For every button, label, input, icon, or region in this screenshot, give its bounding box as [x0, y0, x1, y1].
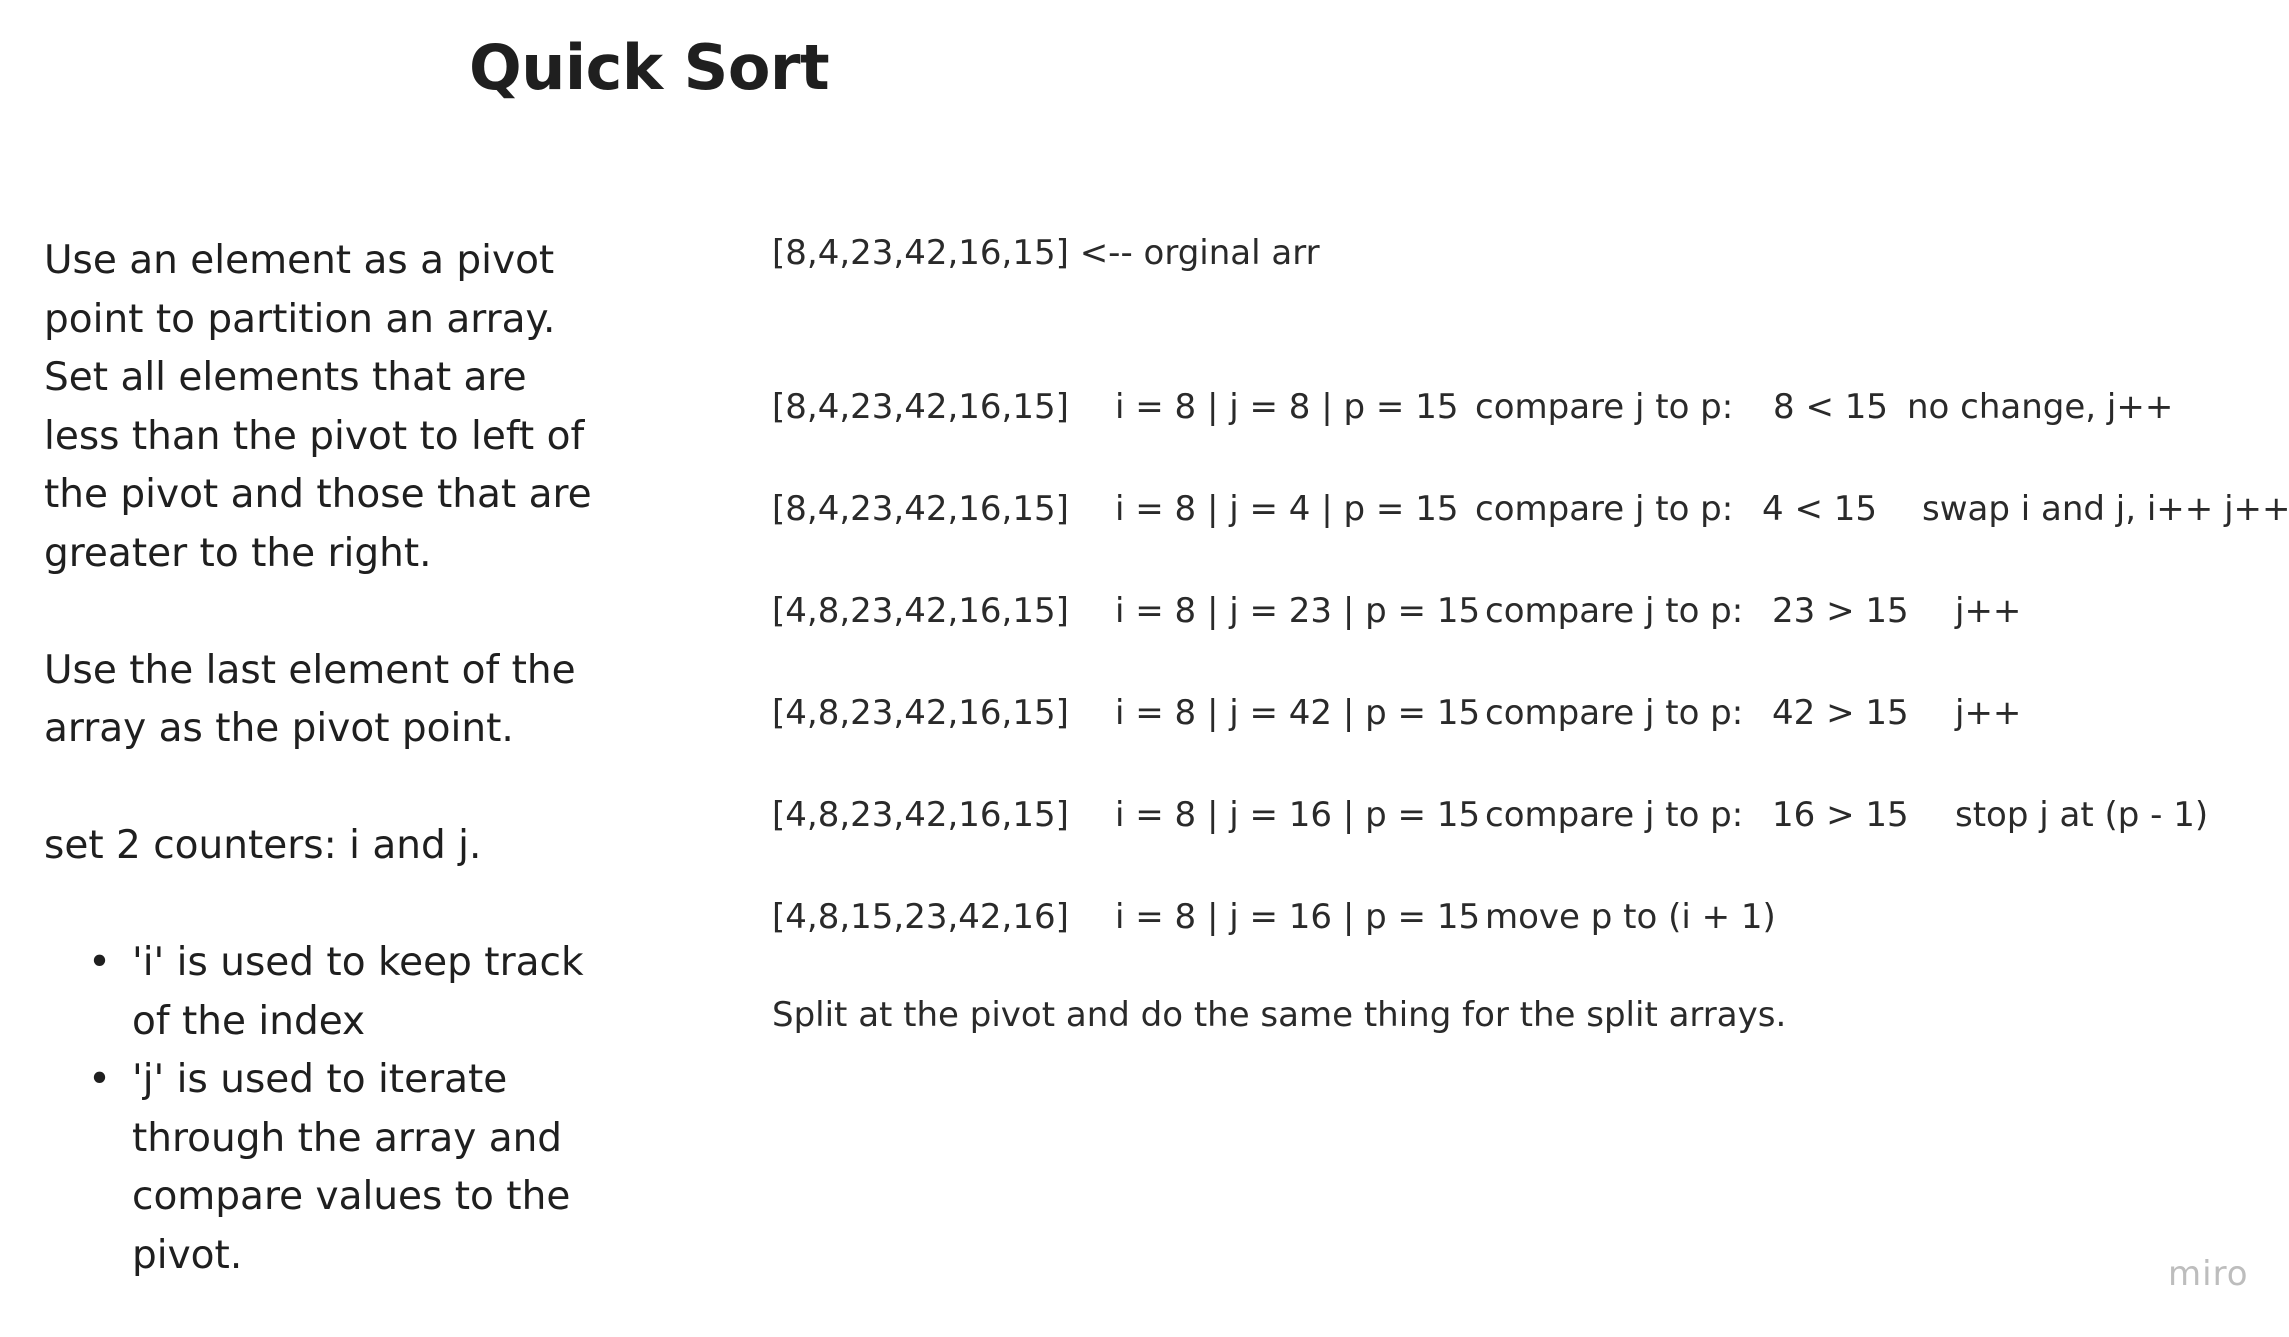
step-vars: i = 8 | j = 42 | p = 15	[1115, 693, 1481, 733]
step-result: 42 > 15	[1772, 693, 1909, 733]
step-compare: compare j to p:	[1485, 591, 1744, 631]
step-vars: i = 8 | j = 16 | p = 15	[1115, 795, 1481, 835]
step-action: no change, j++	[1907, 387, 2174, 427]
description-paragraph-1: Use an element as a pivot point to parti…	[44, 238, 592, 576]
counter-list-item-i: • 'i' is used to keep track of the index	[88, 934, 604, 1051]
step-action: j++	[1955, 591, 2022, 631]
step-compare: compare j to p:	[1485, 795, 1744, 835]
step-vars: i = 8 | j = 16 | p = 15	[1115, 897, 1481, 937]
step-array: [8,4,23,42,16,15]	[772, 387, 1069, 427]
step-vars: i = 8 | j = 4 | p = 15	[1115, 489, 1459, 529]
step-vars: i = 8 | j = 8 | p = 15	[1115, 387, 1459, 427]
step-vars: i = 8 | j = 23 | p = 15	[1115, 591, 1481, 631]
step-array: [4,8,15,23,42,16]	[772, 897, 1069, 937]
bullet-icon: •	[88, 940, 112, 985]
step-result: 16 > 15	[1772, 795, 1909, 835]
counter-i-text: 'i' is used to keep track of the index	[132, 940, 584, 1044]
description-panel: Use an element as a pivot point to parti…	[44, 232, 604, 1285]
step-action: j++	[1955, 693, 2022, 733]
description-paragraph-3: set 2 counters: i and j.	[44, 823, 482, 868]
step-result: 23 > 15	[1772, 591, 1909, 631]
miro-logo: miro	[2168, 1254, 2249, 1294]
step-compare: compare j to p:	[1475, 387, 1734, 427]
step-compare: move p to (i + 1)	[1485, 897, 1776, 937]
step-array: [4,8,23,42,16,15]	[772, 591, 1069, 631]
counter-list: •'i' is used to keep track of the index …	[44, 934, 604, 1285]
split-note: Split at the pivot and do the same thing…	[772, 995, 1787, 1035]
counter-list-item-j: • 'j' is used to iterate through the arra…	[88, 1051, 604, 1285]
step-compare: compare j to p:	[1475, 489, 1734, 529]
step-action: stop j at (p - 1)	[1955, 795, 2209, 835]
step-array: [4,8,23,42,16,15]	[772, 795, 1069, 835]
counter-j-text: 'j' is used to iterate through the array…	[132, 1057, 571, 1278]
step-result: 8 < 15	[1773, 387, 1888, 427]
step-result: 4 < 15	[1762, 489, 1877, 529]
step-array: [4,8,23,42,16,15]	[772, 693, 1069, 733]
original-array: [8,4,23,42,16,15] <-- orginal arr	[772, 233, 1320, 273]
page-title: Quick Sort	[469, 31, 830, 104]
step-action: swap i and j, i++ j++	[1922, 489, 2289, 529]
bullet-icon: •	[88, 1057, 112, 1102]
description-paragraph-2: Use the last element of the array as the…	[44, 647, 576, 752]
step-compare: compare j to p:	[1485, 693, 1744, 733]
step-array: [8,4,23,42,16,15]	[772, 489, 1069, 529]
